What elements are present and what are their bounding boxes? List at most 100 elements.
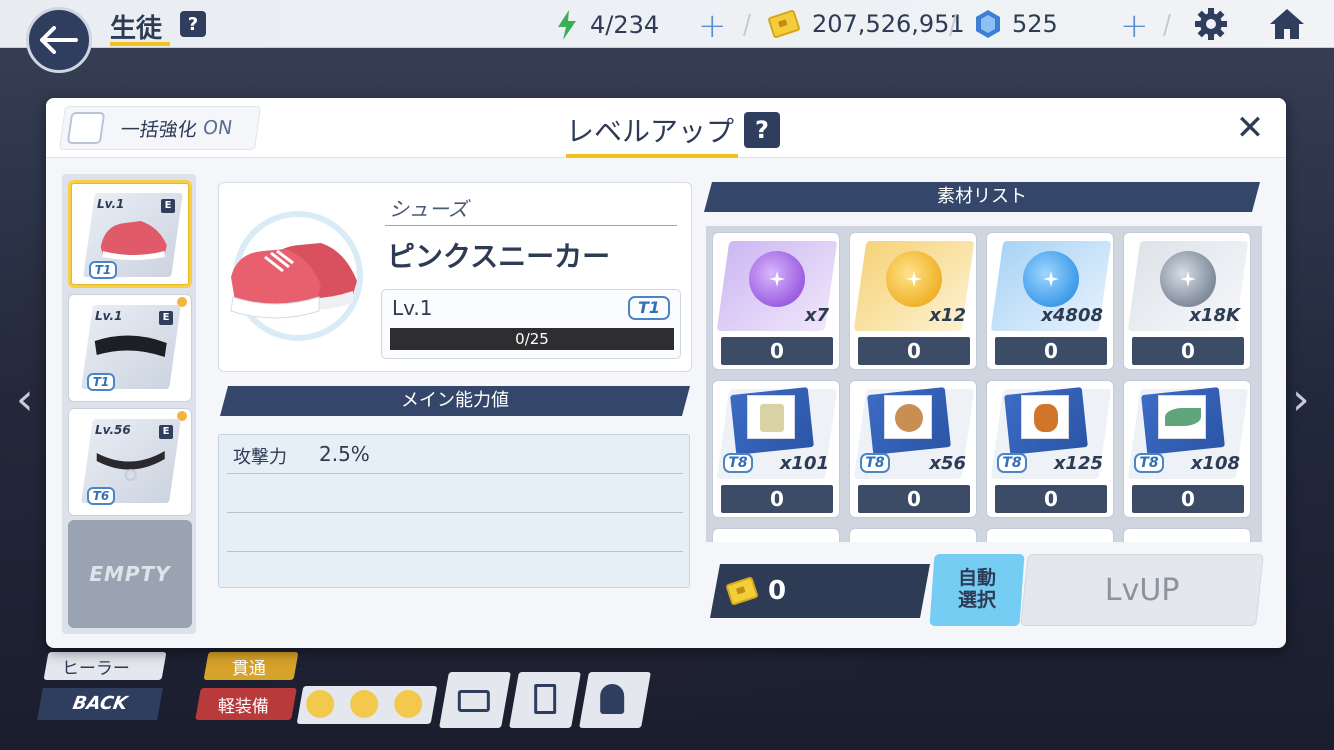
stat-name: 攻撃力 <box>233 447 287 468</box>
credits-display: 207,526,951 <box>767 9 965 39</box>
material-qty: x12 <box>929 305 966 326</box>
material-selected-count: 0 <box>858 337 970 365</box>
equipment-slot-choker[interactable]: Lv.56 E T6 <box>68 408 192 516</box>
material-selected-count: 0 <box>1132 337 1244 365</box>
mood-panel <box>296 686 438 724</box>
gem-icon <box>976 10 1000 38</box>
add-stamina-button[interactable]: + <box>698 6 727 46</box>
exp-bar: 0/25 <box>390 328 674 350</box>
material-item[interactable]: T8 x56 0 <box>849 380 977 518</box>
back-text-button[interactable]: BACK <box>37 688 163 720</box>
credits-value: 207,526,951 <box>812 10 965 38</box>
stat-row-empty <box>227 474 683 513</box>
material-qty: x101 <box>779 453 829 474</box>
title-underline <box>110 42 170 46</box>
auto-select-button[interactable]: 自動 選択 <box>929 554 1025 626</box>
material-selected-count: 0 <box>858 485 970 513</box>
credit-ticket-icon <box>725 576 758 606</box>
item-level: Lv.1 <box>392 296 433 320</box>
material-qty: x108 <box>1190 453 1240 474</box>
slot-tier: T1 <box>89 261 117 279</box>
bulk-enhance-toggle[interactable]: 一括強化 ON <box>58 106 262 150</box>
slot-grade: E <box>159 311 173 325</box>
slot-level: Lv.1 <box>97 197 125 211</box>
bulk-enhance-state: ON <box>201 117 234 139</box>
item-image <box>230 211 363 341</box>
help-icon[interactable]: ? <box>180 11 206 37</box>
stamina-display: 4/234 <box>556 10 659 40</box>
top-bar: 生徒 ? 4/234 + 207,526,951 525 + <box>0 0 1334 48</box>
stat-value: 2.5% <box>319 442 370 466</box>
level-up-dialog: 一括強化 ON レベルアップ ? ✕ Lv.1 E T1 Lv.1 E T1 L… <box>46 98 1286 648</box>
equipment-slot-shoes[interactable]: Lv.1 E T1 <box>68 180 192 288</box>
slot-level: Lv.56 <box>95 423 131 437</box>
help-icon[interactable]: ? <box>744 112 781 148</box>
item-tier: T1 <box>628 296 670 320</box>
material-item[interactable] <box>1123 528 1251 542</box>
gear-icon[interactable] <box>1194 7 1228 41</box>
attack-type-label: 貫通 <box>231 659 266 679</box>
face-icon <box>394 690 423 718</box>
level-up-button[interactable]: LvUP <box>1020 554 1264 626</box>
material-item[interactable]: x4808 0 <box>986 232 1114 370</box>
material-qty: x18K <box>1189 305 1240 326</box>
home-icon[interactable] <box>1268 7 1306 41</box>
blue-orb-icon <box>1023 251 1079 307</box>
silver-orb-icon <box>1160 251 1216 307</box>
title-underline <box>566 154 738 158</box>
material-tier: T8 <box>723 453 753 473</box>
prev-arrow-icon[interactable]: ‹ <box>16 378 40 422</box>
role-label: ヒーラー <box>61 659 130 679</box>
material-item[interactable]: x18K 0 <box>1123 232 1251 370</box>
lightning-icon <box>558 10 576 40</box>
material-grid: x7 0 x12 0 x4808 0 x18K 0 T8 x101 0 T8 x… <box>706 226 1262 542</box>
back-button[interactable] <box>26 7 92 73</box>
empty-slot[interactable]: EMPTY <box>68 520 192 628</box>
divider <box>743 14 751 36</box>
material-item[interactable]: T8 x125 0 <box>986 380 1114 518</box>
role-tag: ヒーラー <box>43 652 167 680</box>
dialog-header: 一括強化 ON レベルアップ ? ✕ <box>46 98 1286 158</box>
material-item[interactable]: x12 0 <box>849 232 977 370</box>
unlock-button[interactable] <box>439 672 511 728</box>
item-name: ピンクスニーカー <box>387 240 611 273</box>
material-qty: x4808 <box>1041 305 1103 326</box>
material-tier: T8 <box>860 453 890 473</box>
close-icon[interactable]: ✕ <box>1232 110 1268 146</box>
material-item[interactable]: x7 0 <box>712 232 840 370</box>
attack-type-tag: 貫通 <box>203 652 299 680</box>
add-gems-button[interactable]: + <box>1120 6 1149 46</box>
memo-button[interactable] <box>509 672 581 728</box>
dialog-title: レベルアップ ? <box>566 110 781 150</box>
leaf-blueprint-icon <box>1158 395 1206 439</box>
gems-display: 525 <box>976 10 1058 38</box>
material-selected-count: 0 <box>995 337 1107 365</box>
material-item[interactable] <box>849 528 977 542</box>
credit-ticket-icon <box>767 9 801 39</box>
bulk-enhance-checkbox[interactable] <box>66 112 106 144</box>
equipment-slot-headband[interactable]: Lv.1 E T1 <box>68 294 192 402</box>
category-divider <box>385 225 677 226</box>
coin-blueprint-icon <box>884 395 932 439</box>
main-stat-table: 攻撃力 2.5% <box>218 434 690 588</box>
next-arrow-icon[interactable]: › <box>1292 378 1316 422</box>
material-item[interactable]: T8 x101 0 <box>712 380 840 518</box>
material-item[interactable] <box>712 528 840 542</box>
material-tier: T8 <box>997 453 1027 473</box>
material-qty: x125 <box>1053 453 1103 474</box>
glove-blueprint-icon <box>747 395 795 439</box>
material-item[interactable]: T8 x108 0 <box>1123 380 1251 518</box>
purple-orb-icon <box>749 251 805 307</box>
material-selected-count: 0 <box>721 337 833 365</box>
cost-value: 0 <box>768 576 787 606</box>
material-item[interactable] <box>986 528 1114 542</box>
lock-icon <box>457 690 490 712</box>
pink-sneaker-icon <box>230 243 357 319</box>
material-selected-count: 0 <box>995 485 1107 513</box>
material-qty: x56 <box>929 453 966 474</box>
gold-orb-icon <box>886 251 942 307</box>
headband-icon <box>94 335 167 357</box>
notepad-icon <box>534 684 557 714</box>
voice-button[interactable] <box>579 672 651 728</box>
armor-type-tag: 軽装備 <box>195 688 297 720</box>
